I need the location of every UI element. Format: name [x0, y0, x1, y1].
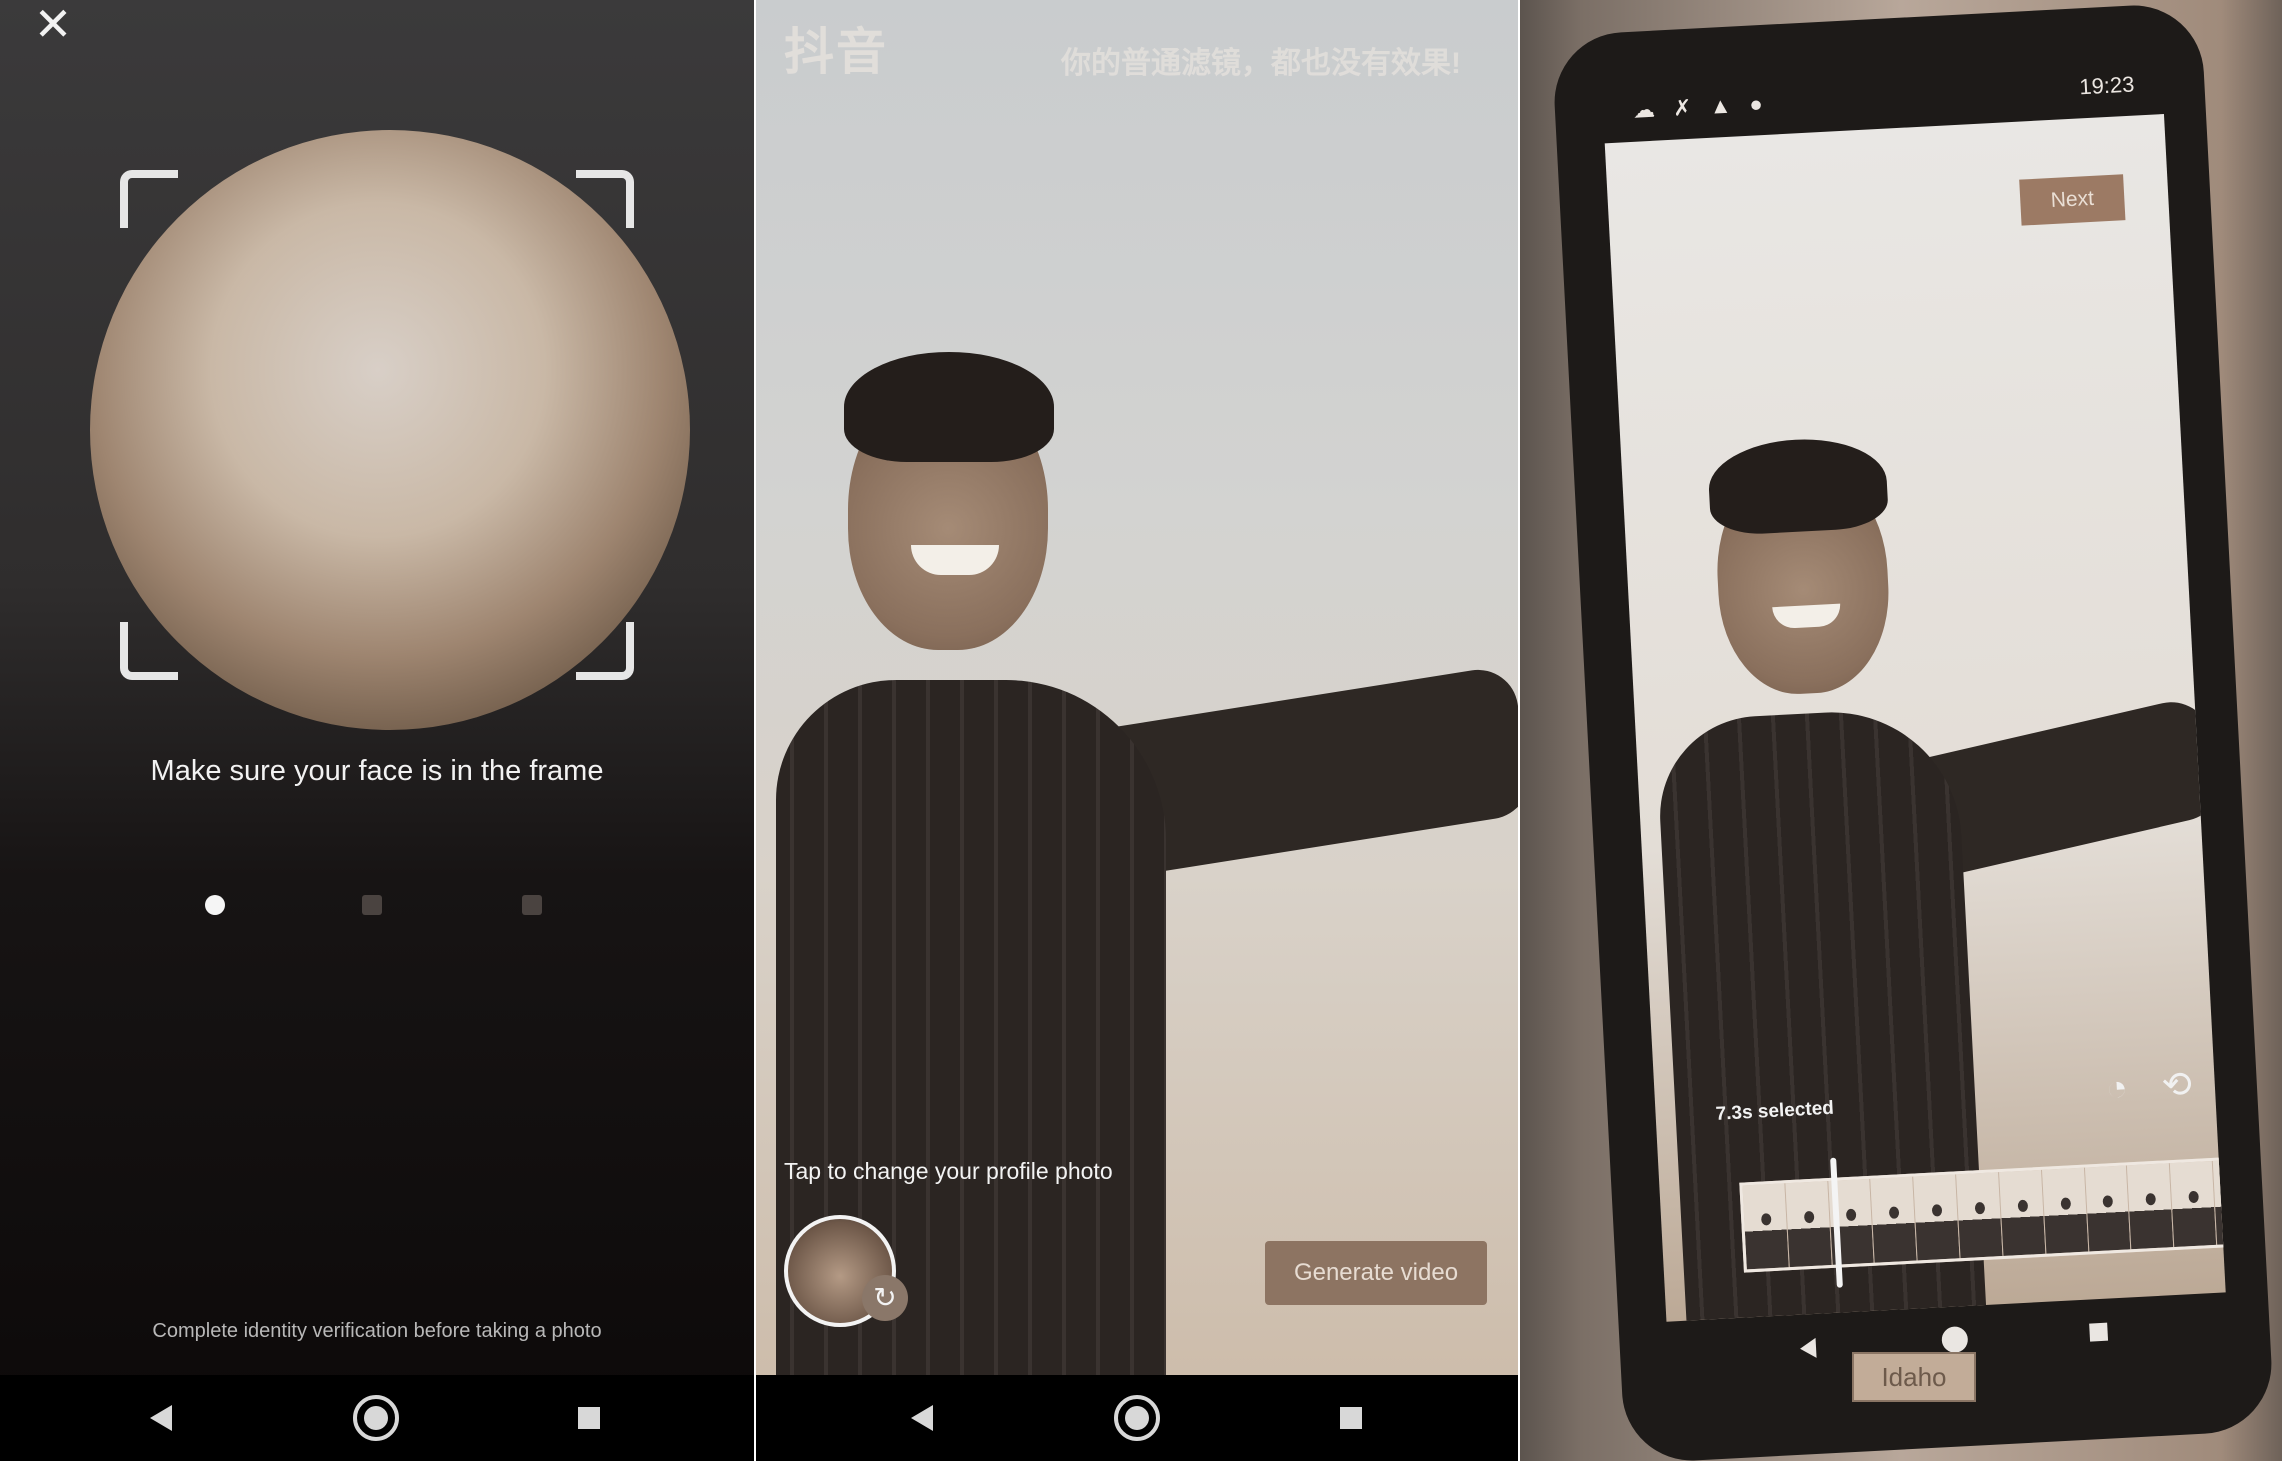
timeline-frame: [1999, 1169, 2047, 1256]
step-dot: [522, 895, 542, 915]
nav-home-icon[interactable]: [1114, 1395, 1160, 1441]
step-dot: [362, 895, 382, 915]
step-dot-active: [205, 895, 225, 915]
timeline-frame: [1870, 1176, 1918, 1263]
android-nav-bar: [0, 1375, 754, 1461]
step-indicator: [205, 890, 555, 920]
nav-back-icon[interactable]: [911, 1405, 933, 1431]
face-verification-screen: ✕ Make sure your face is in the frame Co…: [0, 0, 754, 1461]
generate-video-button[interactable]: Generate video: [1265, 1241, 1487, 1305]
status-icons: ☁ ✗ ▲ ●: [1632, 90, 1770, 123]
nav-back-icon[interactable]: [150, 1405, 172, 1431]
phone-recent-icon[interactable]: [2089, 1322, 2109, 1342]
face-instruction-text: Make sure your face is in the frame: [150, 755, 604, 787]
frame-corner-top-left: [120, 170, 178, 228]
timeline-frame: [2170, 1160, 2218, 1248]
rotate-icon[interactable]: ⟲: [2154, 1062, 2200, 1108]
nav-recent-icon[interactable]: [1340, 1407, 1362, 1429]
frame-corner-bottom-right: [576, 622, 634, 680]
next-button[interactable]: Next: [2019, 174, 2126, 226]
phone-home-icon[interactable]: [1941, 1325, 1969, 1354]
timeline-frame: [2041, 1167, 2090, 1254]
profile-video-screen: 抖音 你的普通滤镜，都也没有效果! Tap to change your pro…: [756, 0, 1518, 1461]
timeline-frame: [2127, 1163, 2175, 1250]
phone-back-icon[interactable]: [1799, 1337, 1817, 1359]
verification-footnote: Complete identity verification before ta…: [152, 1320, 602, 1342]
speed-icon[interactable]: ◔: [2094, 1065, 2140, 1111]
change-photo-hint: Tap to change your profile photo: [784, 1158, 1113, 1184]
timeline-frame: [1742, 1183, 1790, 1270]
timeline-frame: [1956, 1172, 2004, 1259]
status-time: 19:23: [2078, 71, 2135, 100]
frame-corner-top-right: [576, 170, 634, 228]
android-nav-bar: [756, 1375, 1518, 1461]
phone-device: ☁ ✗ ▲ ● 19:23 Next 7.3s selected ◔ ⟲: [1551, 1, 2275, 1461]
frame-corner-bottom-left: [120, 622, 178, 680]
video-editor-screen: Next 7.3s selected ◔ ⟲: [1604, 114, 2226, 1322]
timeline-frame: [2084, 1165, 2132, 1252]
nav-home-icon[interactable]: [353, 1395, 399, 1441]
nav-recent-icon[interactable]: [578, 1407, 600, 1429]
close-icon[interactable]: ✕: [30, 1, 76, 47]
face-frame: [90, 130, 690, 730]
timeline-frame: [1913, 1174, 1961, 1261]
person-video-frame: [1605, 114, 2226, 1322]
switch-photo-icon[interactable]: ↻: [862, 1275, 908, 1321]
timeline-frame: [1785, 1181, 1833, 1268]
photographed-phone-scene: ☁ ✗ ▲ ● 19:23 Next 7.3s selected ◔ ⟲ Ida…: [1520, 0, 2282, 1461]
idaho-sticker: Idaho: [1852, 1352, 1976, 1402]
